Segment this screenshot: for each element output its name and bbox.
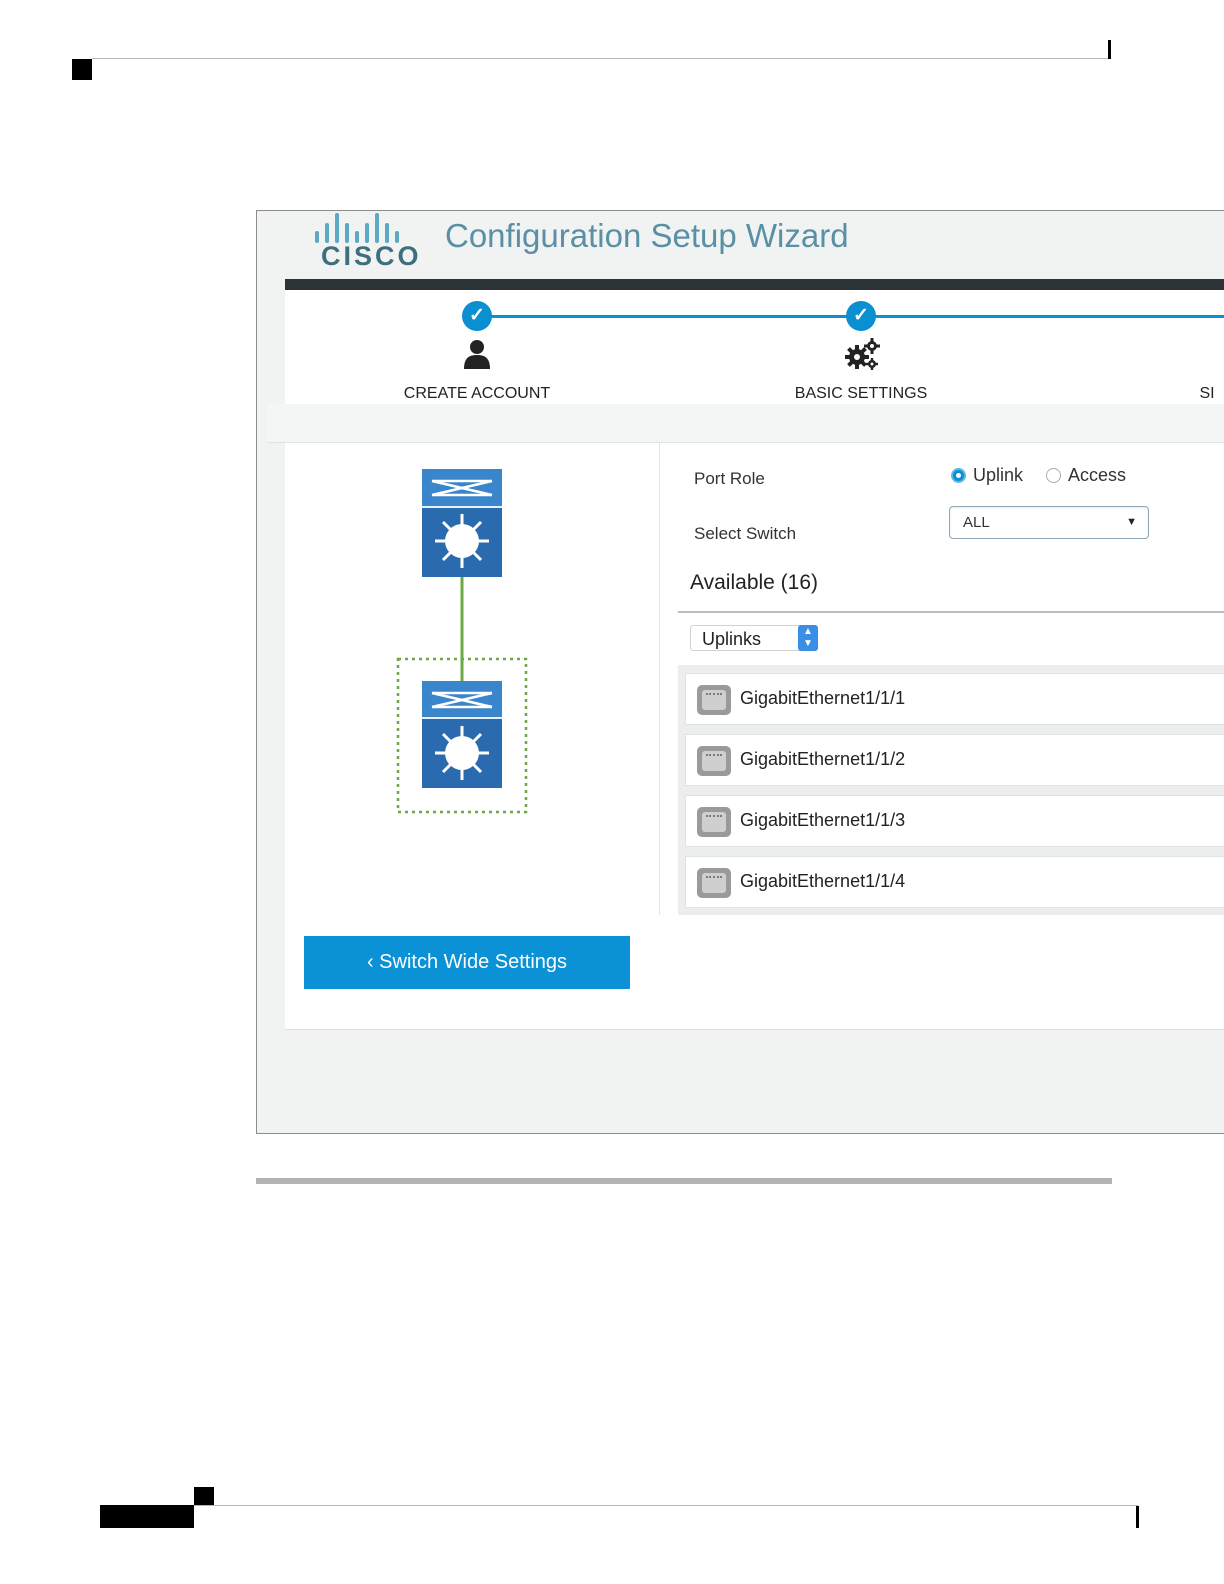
step-basic-settings[interactable]: BASIC SETTINGS (795, 385, 927, 403)
ethernet-port-icon (697, 868, 731, 898)
access-radio-label[interactable]: Access (1068, 465, 1126, 486)
port-role-label: Port Role (694, 469, 765, 488)
port-name: GigabitEthernet1/1/3 (740, 810, 906, 830)
caret-down-icon: ▼ (1126, 516, 1137, 528)
check-icon: ✓ (846, 301, 876, 331)
title-divider-bar (285, 279, 1224, 290)
corner-mark-top-right (1108, 40, 1111, 59)
wizard-stepper: ✓ CREATE ACCOUNT ✓ BASIC SETTINGS SI (285, 290, 1224, 404)
cisco-wordmark: CISCO (321, 241, 422, 271)
available-divider (678, 611, 1224, 613)
corner-mark-bottom-left (194, 1487, 214, 1505)
select-switch-label: Select Switch (694, 524, 797, 543)
corner-mark-bottom-right (1136, 1506, 1139, 1528)
ethernet-port-icon (697, 685, 731, 715)
access-radio[interactable] (1046, 468, 1061, 483)
port-role-panel: Port Role Uplink Access Select Switch AL… (285, 443, 1224, 1030)
ethernet-port-icon (697, 807, 731, 837)
chevron-left-icon: ‹ (366, 951, 380, 973)
stepper-arrows-icon[interactable]: ▲ ▼ (798, 625, 818, 651)
select-switch-dropdown[interactable]: ALL ▼ (949, 506, 1149, 539)
section-spacer (267, 404, 1224, 443)
ethernet-port-icon (697, 746, 731, 776)
step-create-account[interactable]: CREATE ACCOUNT (404, 385, 550, 403)
figure-bottom-rule (256, 1178, 1112, 1184)
select-switch-value: ALL (963, 514, 990, 531)
check-icon: ✓ (462, 301, 492, 331)
header-rule (92, 58, 1110, 59)
switch-wide-settings-button[interactable]: ‹ Switch Wide Settings (304, 936, 630, 989)
wizard-window: CISCO Configuration Setup Wizard ✓ CREAT… (256, 210, 1224, 1134)
page-title: Configuration Setup Wizard (445, 217, 849, 254)
back-button-label: Switch Wide Settings (379, 951, 568, 973)
gears-icon (845, 338, 880, 370)
list-item[interactable]: GigabitEthernet1/1/1 (685, 673, 1224, 725)
uplink-radio[interactable] (951, 468, 966, 483)
port-name: GigabitEthernet1/1/2 (740, 749, 906, 769)
switch-icon (422, 469, 502, 577)
uplinks-filter-select[interactable]: Uplinks ▲ ▼ (690, 625, 818, 651)
port-name: GigabitEthernet1/1/1 (740, 688, 906, 708)
topology-pane (285, 443, 660, 915)
list-item[interactable]: GigabitEthernet1/1/2 (685, 734, 1224, 786)
footer-rule (194, 1505, 1138, 1506)
step-partial[interactable]: SI (1199, 385, 1214, 403)
switch-topology-diagram (396, 469, 528, 814)
available-port-list: GigabitEthernet1/1/1 GigabitEthernet1/1/… (678, 665, 1224, 915)
available-heading: Available (16) (690, 571, 819, 594)
user-icon (464, 340, 490, 369)
list-item[interactable]: GigabitEthernet1/1/3 (685, 795, 1224, 847)
list-item[interactable]: GigabitEthernet1/1/4 (685, 856, 1224, 908)
uplink-radio-label[interactable]: Uplink (973, 465, 1023, 486)
corner-mark-top-left (72, 59, 92, 80)
port-name: GigabitEthernet1/1/4 (740, 871, 906, 891)
uplinks-filter-value: Uplinks (702, 629, 762, 649)
switch-icon (422, 681, 502, 788)
footer-tab (100, 1505, 194, 1528)
